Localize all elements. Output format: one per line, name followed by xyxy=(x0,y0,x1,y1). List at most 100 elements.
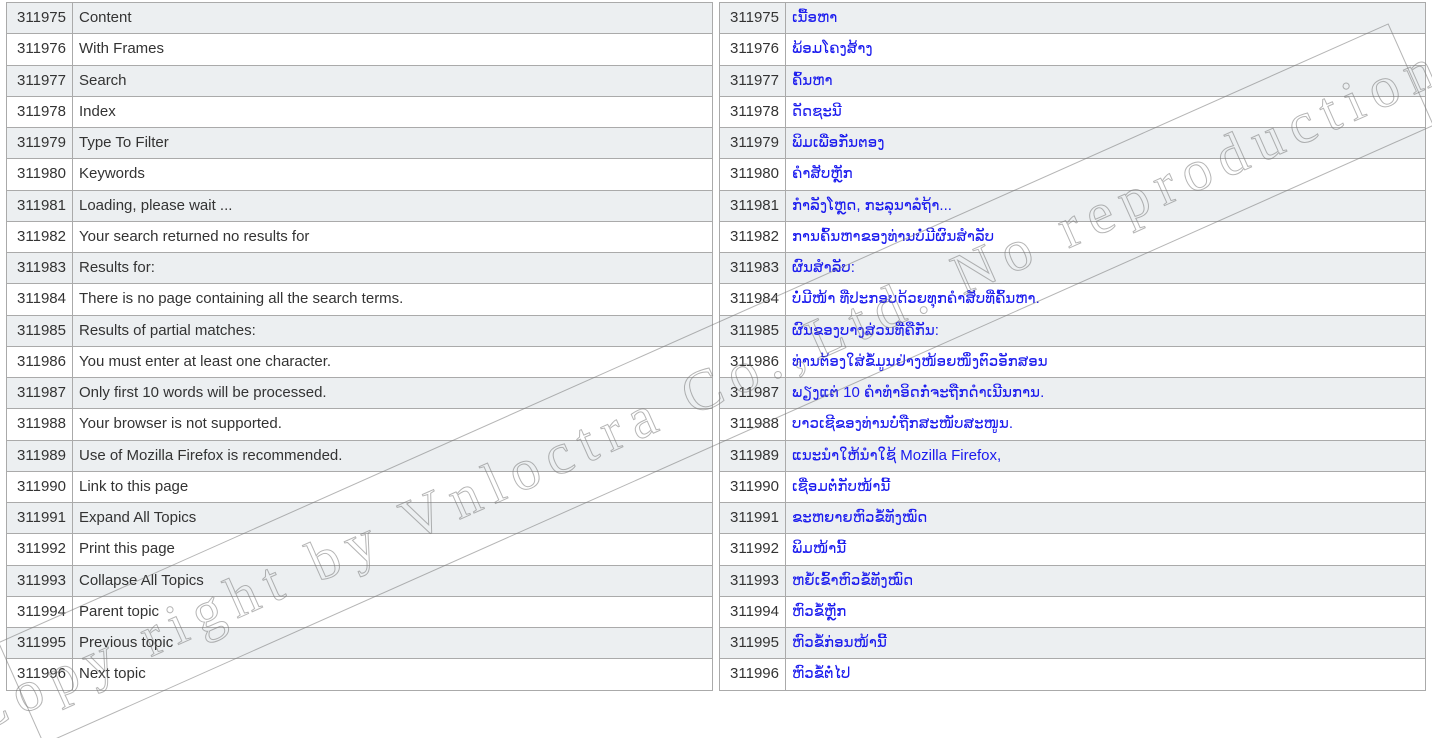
translation-link[interactable]: ພຽງແຕ່ 10 ຄຳທຳອິດກໍ່ຈະຖືກດຳເນີນການ. xyxy=(792,384,1044,401)
translation-link[interactable]: ແນະນຳໃຫ້ນຳໃຊ້ Mozilla Firefox, xyxy=(792,447,1001,464)
table-row: 311993 ຫຍໍ້ເຂົ້າຫົວຂໍ້ທັງໝົດ xyxy=(720,565,1426,596)
row-id: 311975 xyxy=(720,3,786,34)
row-id: 311994 xyxy=(7,596,73,627)
translation-cell: ແນະນຳໃຫ້ນຳໃຊ້ Mozilla Firefox, xyxy=(786,440,1426,471)
translation-link[interactable]: ດັດຊະນີ xyxy=(792,103,842,120)
table-row: 311993Collapse All Topics xyxy=(7,565,713,596)
row-id: 311986 xyxy=(7,346,73,377)
row-id: 311989 xyxy=(7,440,73,471)
translation-link[interactable]: ບໍ່ມີໜ້າ ທີ່ປະກອບດ້ວຍທຸກຄຳສັບທີ່ຄົ້ນຫາ. xyxy=(792,290,1040,307)
table-row: 311981Loading, please wait ... xyxy=(7,190,713,221)
source-text: Results of partial matches: xyxy=(73,315,713,346)
table-row: 311983 ຜົນສຳລັບ: xyxy=(720,253,1426,284)
row-id: 311983 xyxy=(7,253,73,284)
translation-link[interactable]: ກຳລັງໂຫຼດ, ກະລຸນາລໍຖ້າ... xyxy=(792,197,952,214)
translation-link[interactable]: ບາວເຊີຂອງທ່ານບໍ່ຖືກສະໜັບສະໜູນ. xyxy=(792,415,1013,432)
table-row: 311986ທ່ານຕ້ອງໃສ່ຂໍ້ມູນຢ່າງໜ້ອຍໜຶ່ງຕົວອັ… xyxy=(720,346,1426,377)
translation-link[interactable]: ຄົ້ນຫາ xyxy=(792,72,833,89)
translation-link[interactable]: ພິມໜ້ານີ້ xyxy=(792,540,846,557)
table-row: 311991ຂະຫຍາຍຫົວຂໍ້ທັງໝົດ xyxy=(720,503,1426,534)
translation-cell: ຄົ້ນຫາ xyxy=(786,65,1426,96)
table-row: 311982Your search returned no results fo… xyxy=(7,221,713,252)
table-row: 311988 ບາວເຊີຂອງທ່ານບໍ່ຖືກສະໜັບສະໜູນ. xyxy=(720,409,1426,440)
table-row: 311995Previous topic xyxy=(7,628,713,659)
row-id: 311992 xyxy=(7,534,73,565)
source-text: Content xyxy=(73,3,713,34)
row-id: 311979 xyxy=(720,128,786,159)
translation-cell: ຫົວຂໍ້ກ່ອນໜ້ານີ້ xyxy=(786,628,1426,659)
table-row: 311995ຫົວຂໍ້ກ່ອນໜ້ານີ້ xyxy=(720,628,1426,659)
row-id: 311979 xyxy=(7,128,73,159)
row-id: 311987 xyxy=(7,378,73,409)
translation-link[interactable]: ຫົວຂໍ້ກ່ອນໜ້ານີ້ xyxy=(792,634,887,651)
source-text: Keywords xyxy=(73,159,713,190)
row-id: 311992 xyxy=(720,534,786,565)
source-text: Parent topic xyxy=(73,596,713,627)
row-id: 311983 xyxy=(720,253,786,284)
table-row: 311975 ເນື້ອຫາ xyxy=(720,3,1426,34)
table-row: 311978 ດັດຊະນີ xyxy=(720,96,1426,127)
table-row: 311982ການຄົ້ນຫາຂອງທ່ານບໍ່ມີຜົນສຳລັບ xyxy=(720,221,1426,252)
translation-cell: ພຽງແຕ່ 10 ຄຳທຳອິດກໍ່ຈະຖືກດຳເນີນການ. xyxy=(786,378,1426,409)
row-id: 311980 xyxy=(7,159,73,190)
row-id: 311996 xyxy=(720,659,786,690)
row-id: 311988 xyxy=(720,409,786,440)
translation-link[interactable]: ຫົວຂໍ້ຕໍ່ໄປ xyxy=(792,665,850,682)
translation-link[interactable]: ຫົວຂໍ້ຫຼັກ xyxy=(792,603,846,620)
row-id: 311995 xyxy=(7,628,73,659)
source-text: Collapse All Topics xyxy=(73,565,713,596)
translation-cell: ເຊື່ອມຕໍ່ກັບໜ້ານີ້ xyxy=(786,471,1426,502)
translation-cell: ຫົວຂໍ້ຫຼັກ xyxy=(786,596,1426,627)
table-row: 311977ຄົ້ນຫາ xyxy=(720,65,1426,96)
source-text: With Frames xyxy=(73,34,713,65)
table-row: 311979Type To Filter xyxy=(7,128,713,159)
source-text: Your browser is not supported. xyxy=(73,409,713,440)
table-row: 311983Results for: xyxy=(7,253,713,284)
table-row: 311992 ພິມໜ້ານີ້ xyxy=(720,534,1426,565)
translation-link[interactable]: ທ່ານຕ້ອງໃສ່ຂໍ້ມູນຢ່າງໜ້ອຍໜຶ່ງຕົວອັກສອນ xyxy=(792,353,1048,370)
source-text: Search xyxy=(73,65,713,96)
row-id: 311985 xyxy=(7,315,73,346)
source-text: Link to this page xyxy=(73,471,713,502)
row-id: 311996 xyxy=(7,659,73,690)
source-text: Type To Filter xyxy=(73,128,713,159)
source-text: Use of Mozilla Firefox is recommended. xyxy=(73,440,713,471)
table-row: 311976 ພ້ອມໂຄງສ້າງ xyxy=(720,34,1426,65)
table-row: 311986You must enter at least one charac… xyxy=(7,346,713,377)
row-id: 311981 xyxy=(7,190,73,221)
source-text: Next topic xyxy=(73,659,713,690)
table-row: 311990Link to this page xyxy=(7,471,713,502)
table-row: 311977Search xyxy=(7,65,713,96)
translation-link[interactable]: ພິມເພື່ອກັ່ນຕອງ xyxy=(792,134,885,151)
translation-cell: ບໍ່ມີໜ້າ ທີ່ປະກອບດ້ວຍທຸກຄຳສັບທີ່ຄົ້ນຫາ. xyxy=(786,284,1426,315)
row-id: 311978 xyxy=(720,96,786,127)
translation-link[interactable]: ຜົນຂອງບາງສ່ວນທີ່ຄືກັນ: xyxy=(792,322,939,339)
table-row: 311978Index xyxy=(7,96,713,127)
table-row: 311987Only first 10 words will be proces… xyxy=(7,378,713,409)
translation-link[interactable]: ເນື້ອຫາ xyxy=(792,9,837,26)
translation-link[interactable]: ການຄົ້ນຫາຂອງທ່ານບໍ່ມີຜົນສຳລັບ xyxy=(792,228,994,245)
row-id: 311984 xyxy=(720,284,786,315)
translation-link[interactable]: ເຊື່ອມຕໍ່ກັບໜ້ານີ້ xyxy=(792,478,890,495)
translation-cell: ຂະຫຍາຍຫົວຂໍ້ທັງໝົດ xyxy=(786,503,1426,534)
source-text: Expand All Topics xyxy=(73,503,713,534)
translation-cell: ຄຳສັບຫຼັກ xyxy=(786,159,1426,190)
translation-link[interactable]: ຜົນສຳລັບ: xyxy=(792,259,855,276)
translation-link[interactable]: ຂະຫຍາຍຫົວຂໍ້ທັງໝົດ xyxy=(792,509,927,526)
source-text: Loading, please wait ... xyxy=(73,190,713,221)
translation-link[interactable]: ຫຍໍ້ເຂົ້າຫົວຂໍ້ທັງໝົດ xyxy=(792,572,913,589)
row-id: 311993 xyxy=(720,565,786,596)
translation-cell: ທ່ານຕ້ອງໃສ່ຂໍ້ມູນຢ່າງໜ້ອຍໜຶ່ງຕົວອັກສອນ xyxy=(786,346,1426,377)
translation-cell: ຜົນຂອງບາງສ່ວນທີ່ຄືກັນ: xyxy=(786,315,1426,346)
translation-cell: ບາວເຊີຂອງທ່ານບໍ່ຖືກສະໜັບສະໜູນ. xyxy=(786,409,1426,440)
table-row: 311990ເຊື່ອມຕໍ່ກັບໜ້ານີ້ xyxy=(720,471,1426,502)
translation-link[interactable]: ຄຳສັບຫຼັກ xyxy=(792,165,853,182)
source-text: Index xyxy=(73,96,713,127)
translation-link[interactable]: ພ້ອມໂຄງສ້າງ xyxy=(792,40,873,57)
table-row: 311987ພຽງແຕ່ 10 ຄຳທຳອິດກໍ່ຈະຖືກດຳເນີນການ… xyxy=(720,378,1426,409)
row-id: 311993 xyxy=(7,565,73,596)
row-id: 311976 xyxy=(7,34,73,65)
row-id: 311976 xyxy=(720,34,786,65)
table-row: 311989Use of Mozilla Firefox is recommen… xyxy=(7,440,713,471)
table-row: 311992Print this page xyxy=(7,534,713,565)
